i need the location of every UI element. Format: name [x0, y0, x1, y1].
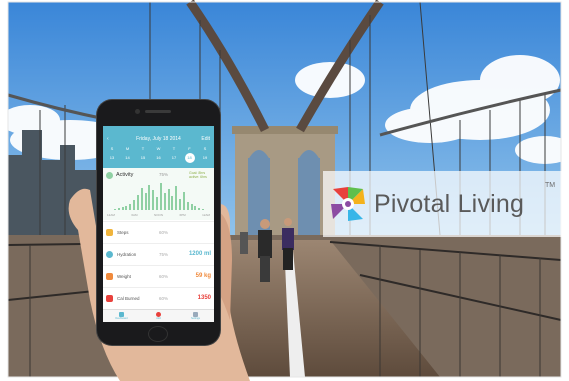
- brand-panel: Pivotal Living TM: [323, 171, 566, 237]
- activity-bar: [190, 204, 193, 210]
- activity-bar: [186, 201, 189, 210]
- activity-bar: [140, 187, 143, 210]
- metric-percent: 60%: [159, 296, 169, 301]
- metric-label: Hydration: [117, 252, 137, 257]
- activity-card[interactable]: Activity 75% Goal: 8hrs active: 6hrs 12A…: [103, 168, 214, 220]
- activity-bar: [171, 196, 174, 210]
- metric-label: Steps: [117, 230, 129, 235]
- activity-bar: [202, 208, 205, 210]
- activity-axis: 12AM 6AM NOON 6PM 12AM: [107, 213, 210, 217]
- activity-bar: [198, 207, 201, 210]
- tab-dashboard[interactable]: Dashboard: [107, 310, 137, 322]
- activity-bar: [167, 189, 170, 210]
- day-label: W: [156, 146, 161, 151]
- activity-goal: Goal: 8hrs active: 6hrs: [189, 171, 207, 179]
- metric-label: Weight: [117, 274, 131, 279]
- metric-value: 1200 ml: [188, 251, 211, 257]
- activity-bar: [179, 198, 182, 210]
- tab-label: Dashboard: [115, 317, 128, 320]
- day-label: F: [188, 146, 191, 151]
- day-label: T: [141, 146, 145, 151]
- axis-label: 12AM: [202, 213, 210, 217]
- activity-icon: [106, 172, 113, 179]
- app-screen: ‹ Friday, July 18 2014 Edit S M T W T F …: [103, 126, 214, 322]
- activity-bar: [159, 183, 162, 210]
- activity-bar: [152, 190, 155, 210]
- axis-label: 6PM: [179, 213, 186, 217]
- activity-bar: [144, 193, 147, 210]
- pivotal-living-logo-icon: [331, 187, 365, 221]
- activity-bar: [133, 200, 136, 210]
- activity-bar: [182, 191, 185, 210]
- date-cell[interactable]: 18: [184, 153, 195, 163]
- date-cell[interactable]: 13: [107, 153, 117, 163]
- metric-value: 1350: [197, 295, 211, 301]
- metric-row-steps[interactable]: Steps 60%: [103, 221, 214, 245]
- activity-bar-chart: [113, 182, 205, 210]
- activity-bar: [136, 194, 139, 210]
- scale-icon: [106, 273, 113, 280]
- activity-bar: [148, 184, 151, 210]
- activity-bar: [117, 207, 120, 210]
- metric-row-weight[interactable]: Weight 60% 59 kg: [103, 265, 214, 289]
- day-label: S: [110, 146, 114, 151]
- day-label: T: [172, 146, 176, 151]
- date-cell[interactable]: 17: [169, 153, 179, 163]
- trademark-mark: TM: [545, 182, 556, 189]
- metric-label: Cal Burned: [117, 296, 140, 301]
- metric-percent: 75%: [159, 252, 169, 257]
- activity-percent: 75%: [159, 172, 169, 177]
- activity-bar: [129, 204, 132, 210]
- axis-label: NOON: [153, 213, 163, 217]
- date-cell[interactable]: 19: [200, 153, 210, 163]
- activity-bar: [163, 193, 166, 210]
- home-button[interactable]: [148, 326, 168, 342]
- activity-bar: [121, 207, 124, 210]
- week-date-picker: 13 14 15 16 17 18 19: [107, 153, 210, 163]
- activity-bar: [175, 186, 178, 210]
- metric-percent: 60%: [159, 274, 169, 279]
- droplet-icon: [106, 251, 113, 258]
- date-cell[interactable]: 15: [138, 153, 148, 163]
- axis-label: 6AM: [131, 213, 138, 217]
- week-day-labels: S M T W T F S: [107, 146, 210, 151]
- header-date: Friday, July 18 2014: [136, 136, 181, 142]
- metric-value: 59 kg: [195, 273, 211, 279]
- tab-label: Settings: [190, 317, 201, 320]
- promo-scene: Pivotal Living TM ‹ Friday, July 18 2014…: [0, 0, 569, 381]
- metric-row-calories[interactable]: Cal Burned 60% 1350: [103, 287, 214, 311]
- activity-bar: [113, 208, 116, 210]
- activity-bar: [156, 197, 159, 210]
- date-cell[interactable]: 14: [123, 153, 133, 163]
- activity-bar: [194, 205, 197, 210]
- edit-button[interactable]: Edit: [201, 136, 210, 142]
- brand-name: Pivotal Living: [374, 190, 525, 218]
- speaker-grille: [145, 110, 171, 113]
- tab-settings[interactable]: Settings: [181, 310, 211, 322]
- day-label: S: [203, 146, 207, 151]
- flame-icon: [106, 295, 113, 302]
- steps-icon: [106, 229, 113, 236]
- tab-bar: Dashboard Add Settings: [103, 309, 214, 322]
- tab-label: Add: [156, 317, 161, 320]
- axis-label: 12AM: [107, 213, 115, 217]
- date-cell[interactable]: 16: [154, 153, 164, 163]
- metric-percent: 60%: [159, 230, 169, 235]
- metric-row-hydration[interactable]: Hydration 75% 1200 ml: [103, 243, 214, 267]
- camera-icon: [135, 109, 140, 114]
- smartphone: ‹ Friday, July 18 2014 Edit S M T W T F …: [97, 100, 220, 345]
- activity-label: Activity: [116, 172, 134, 178]
- day-label: M: [125, 146, 130, 151]
- app-header: ‹ Friday, July 18 2014 Edit S M T W T F …: [103, 126, 214, 168]
- tab-add[interactable]: Add: [144, 310, 174, 322]
- activity-bar: [125, 205, 128, 210]
